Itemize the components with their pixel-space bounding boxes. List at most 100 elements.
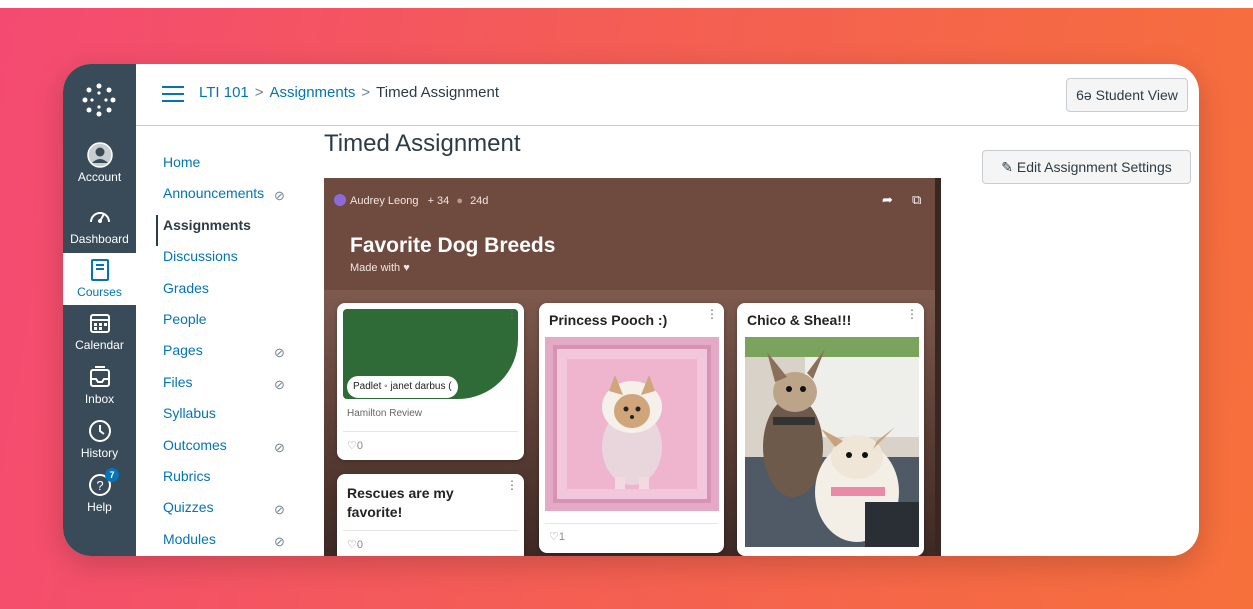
global-nav: Account Dashboard Courses Calendar Inbox… <box>63 64 136 556</box>
padlet-title: Favorite Dog Breeds <box>350 234 556 257</box>
padlet-author-name[interactable]: Audrey Leong <box>350 195 419 207</box>
course-nav-label: Grades <box>163 279 209 296</box>
like-count[interactable]: ♡1 <box>549 530 565 543</box>
two-dogs-photo <box>745 337 919 547</box>
card-title: Princess Pooch :) <box>549 312 668 328</box>
global-nav-label: Dashboard <box>70 232 129 246</box>
padlet-card-chico-shea[interactable]: ⋮ Chico & Shea!!! <box>737 303 924 556</box>
course-nav-label: Pages <box>163 342 203 359</box>
global-nav-dashboard[interactable]: Dashboard <box>63 204 136 250</box>
global-nav-courses[interactable]: Courses <box>63 253 136 305</box>
course-nav-rubrics[interactable]: Rubrics <box>156 466 306 497</box>
course-nav-syllabus[interactable]: Syllabus <box>156 403 306 434</box>
eye-slash-icon: ⊘ <box>274 376 285 392</box>
course-nav-label: People <box>163 310 207 327</box>
course-nav-discussions[interactable]: Discussions <box>156 246 306 277</box>
padlet-card-link[interactable]: ⋮ Padlet ◦ janet darbus ( Hamilton Revie… <box>337 303 524 460</box>
course-nav-outcomes[interactable]: Outcomes ⊘ <box>156 435 306 466</box>
canvas-logo-icon[interactable] <box>81 82 117 118</box>
global-nav-label: Help <box>87 500 112 514</box>
breadcrumb-separator: > <box>361 84 371 101</box>
edit-settings-label: Edit Assignment Settings <box>1016 159 1172 175</box>
clock-icon <box>88 420 111 442</box>
course-nav-label: Assignments <box>163 216 251 233</box>
eye-slash-icon: ⊘ <box>274 439 285 455</box>
eye-slash-icon: ⊘ <box>274 533 285 549</box>
edit-assignment-settings-button[interactable]: ✎ Edit Assignment Settings <box>982 150 1191 184</box>
breadcrumb-separator: > <box>254 84 264 101</box>
course-nav-label: Discussions <box>163 248 238 265</box>
padlet-subtitle: Made with ♥ <box>350 262 410 274</box>
course-nav-label: Outcomes <box>163 436 227 453</box>
course-nav-assignments[interactable]: Assignments <box>156 214 306 247</box>
course-nav-label: Modules <box>163 530 216 547</box>
more-options-icon[interactable]: ⋮ <box>906 307 918 321</box>
card-divider <box>545 523 718 524</box>
global-nav-calendar[interactable]: Calendar <box>63 310 136 356</box>
padlet-scrollbar[interactable] <box>935 178 941 556</box>
like-count[interactable]: ♡0 <box>347 538 363 551</box>
author-avatar <box>334 194 346 206</box>
user-circle-icon <box>86 142 113 168</box>
course-nav-pages[interactable]: Pages ⊘ <box>156 340 306 371</box>
breadcrumb: LTI 101 > Assignments > Timed Assignment <box>199 84 499 101</box>
dot-separator-icon: ● <box>456 195 463 207</box>
breadcrumb-course[interactable]: LTI 101 <box>199 84 249 101</box>
padlet-karma: + 34 <box>427 195 450 207</box>
card-divider <box>343 431 518 432</box>
course-nav-label: Announcements <box>163 185 265 202</box>
course-nav: Home Announcements ⊘ Assignments Discussi… <box>156 152 306 556</box>
card-divider <box>343 530 518 531</box>
canvas-window: Account Dashboard Courses Calendar Inbox… <box>63 64 1199 556</box>
breadcrumb-current: Timed Assignment <box>376 84 499 101</box>
global-nav-history[interactable]: History <box>63 418 136 464</box>
global-nav-label: Courses <box>77 285 122 299</box>
eye-slash-icon: ⊘ <box>274 188 285 204</box>
student-view-button[interactable]: 6ə Student View <box>1066 78 1188 112</box>
share-arrow-icon[interactable]: ➦ <box>882 192 893 208</box>
course-nav-label: Files <box>163 373 193 390</box>
course-nav-people[interactable]: People <box>156 309 306 340</box>
page-title: Timed Assignment <box>324 130 521 157</box>
global-nav-account[interactable]: Account <box>63 142 136 194</box>
course-nav-announcements[interactable]: Announcements ⊘ <box>156 183 306 214</box>
eye-slash-icon: ⊘ <box>274 345 285 361</box>
padlet-wall: ⋮ Padlet ◦ janet darbus ( Hamilton Revie… <box>324 290 935 556</box>
more-options-icon[interactable]: ⋮ <box>506 478 518 492</box>
more-options-icon[interactable]: ⋮ <box>506 307 518 321</box>
breadcrumb-assignments[interactable]: Assignments <box>270 84 356 101</box>
course-nav-home[interactable]: Home <box>156 152 306 183</box>
open-external-icon[interactable]: ⧉ <box>912 192 921 208</box>
course-nav-modules[interactable]: Modules ⊘ <box>156 529 306 556</box>
padlet-age: 24d <box>470 195 489 207</box>
global-nav-label: Account <box>77 170 122 184</box>
eye-slash-icon: ⊘ <box>274 502 285 518</box>
backdrop-top-strip <box>0 0 1253 8</box>
course-nav-grades[interactable]: Grades <box>156 278 306 309</box>
more-options-icon[interactable]: ⋮ <box>706 307 718 321</box>
pencil-icon: ✎ <box>1001 159 1013 175</box>
book-icon <box>90 259 109 281</box>
course-nav-label: Syllabus <box>163 405 216 422</box>
padlet-header: Audrey Leong + 34 ● 24d ➦ ⧉ Favorite Dog… <box>324 178 941 290</box>
global-nav-label: Inbox <box>84 392 115 406</box>
padlet-author: Audrey Leong + 34 ● 24d <box>334 194 488 207</box>
svg-text:?: ? <box>96 478 103 493</box>
card-title: Chico & Shea!!! <box>747 312 852 328</box>
calendar-icon <box>89 314 110 333</box>
global-nav-help[interactable]: ? 7 Help <box>63 468 136 518</box>
course-nav-files[interactable]: Files ⊘ <box>156 372 306 403</box>
padlet-card-princess-pooch[interactable]: ⋮ Princess Pooch :) ♡1 <box>539 303 724 553</box>
like-count[interactable]: ♡0 <box>347 439 363 452</box>
chihuahua-photo <box>545 337 719 511</box>
page-header: LTI 101 > Assignments > Timed Assignment 6ə … <box>136 64 1199 126</box>
global-nav-label: Calendar <box>75 338 124 352</box>
dashboard-icon <box>89 212 110 223</box>
padlet-card-rescues[interactable]: ⋮ Rescues are my favorite! ♡0 <box>337 474 524 556</box>
global-nav-inbox[interactable]: Inbox <box>63 364 136 410</box>
course-nav-label: Rubrics <box>163 467 211 484</box>
hamburger-menu-icon[interactable] <box>162 86 184 102</box>
course-nav-quizzes[interactable]: Quizzes ⊘ <box>156 497 306 528</box>
global-nav-label: History <box>80 446 119 460</box>
help-badge: 7 <box>105 468 119 482</box>
